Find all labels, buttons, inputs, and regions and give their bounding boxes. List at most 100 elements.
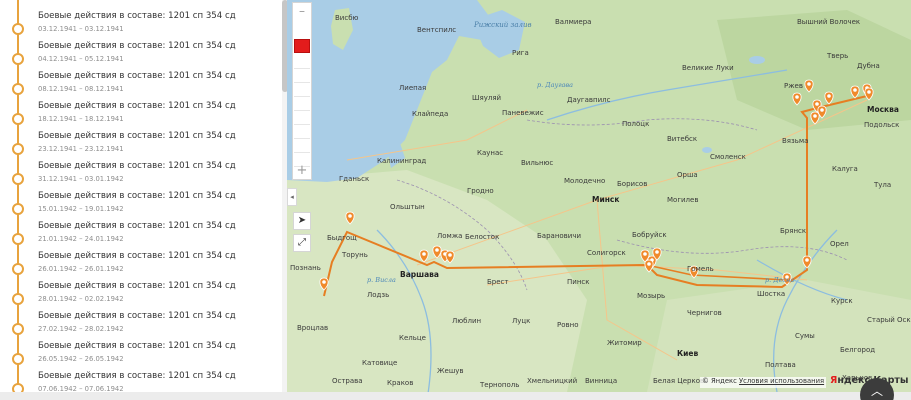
map-canvas[interactable]: Висбю Вентспилс Валмиера Великие Луки Вышний… — [287, 0, 911, 392]
entry-date: 28.01.1942 – 02.02.1942 — [38, 295, 124, 303]
marker-dot — [348, 214, 352, 218]
city-label: Орел — [830, 240, 849, 248]
entry-title: Боевые действия в составе: 1201 сп 354 с… — [38, 341, 236, 351]
timeline-entry[interactable]: Боевые действия в составе: 1201 сп 354 с… — [0, 101, 282, 133]
timeline-entry[interactable]: Боевые действия в составе: 1201 сп 354 с… — [0, 71, 282, 103]
timeline-entry[interactable]: Боевые действия в составе: 1201 сп 354 с… — [0, 41, 282, 73]
city-label: Минск — [592, 195, 619, 204]
zoom-step[interactable] — [294, 69, 310, 83]
entry-date: 08.12.1941 – 08.12.1941 — [38, 85, 124, 93]
zoom-control[interactable]: – + — [292, 2, 312, 180]
city-label: Дубна — [857, 62, 880, 70]
city-label: Житомир — [607, 339, 642, 347]
city-label: Вентспилс — [417, 26, 456, 34]
timeline-entry[interactable]: Боевые действия в составе: 1201 сп 354 с… — [0, 191, 282, 223]
timeline-dot — [12, 293, 24, 305]
city-label: Орша — [677, 171, 698, 179]
city-label: Мозырь — [637, 292, 665, 300]
zoom-step[interactable] — [294, 83, 310, 97]
city-label: Брест — [487, 278, 508, 286]
city-label: Подольск — [864, 121, 899, 129]
entry-date: 31.12.1941 – 03.01.1942 — [38, 175, 124, 183]
city-label: Солигорск — [587, 249, 626, 257]
entry-title: Боевые действия в составе: 1201 сп 354 с… — [38, 131, 236, 141]
city-label: Катовице — [362, 359, 397, 367]
city-label: Брянск — [780, 227, 806, 235]
timeline-entry[interactable]: Боевые действия в составе: 1201 сп 354 с… — [0, 251, 282, 283]
marker-dot — [853, 88, 857, 92]
city-label: Гродно — [467, 187, 494, 195]
marker-dot — [435, 248, 439, 252]
city-label: Рига — [512, 49, 529, 57]
city-label: Калининград — [377, 157, 426, 165]
city-label: Курск — [831, 297, 853, 305]
city-label: Гомель — [687, 265, 714, 273]
city-label: Молодечно — [564, 177, 605, 185]
city-label: Калуга — [832, 165, 858, 173]
entry-title: Боевые действия в составе: 1201 сп 354 с… — [38, 11, 236, 21]
collapse-panel-button[interactable]: ◂ — [287, 188, 297, 206]
timeline-entry[interactable]: Боевые действия в составе: 1201 сп 354 с… — [0, 311, 282, 343]
city-label: Люблин — [452, 317, 481, 325]
entry-title: Боевые действия в составе: 1201 сп 354 с… — [38, 221, 236, 231]
city-label: Тернополь — [479, 381, 519, 389]
entry-date: 26.05.1942 – 26.05.1942 — [38, 355, 124, 363]
zoom-step[interactable] — [294, 97, 310, 111]
city-label: Ольштын — [390, 203, 425, 211]
entry-date: 07.06.1942 – 07.06.1942 — [38, 385, 124, 392]
marker-dot — [655, 250, 659, 254]
zoom-step[interactable] — [294, 139, 310, 153]
timeline-dot — [12, 383, 24, 392]
city-label: Лиепая — [399, 84, 426, 92]
city-label: Гданьск — [339, 175, 369, 183]
city-label: Смоленск — [710, 153, 746, 161]
timeline-dot — [12, 113, 24, 125]
timeline-entry[interactable]: Боевые действия в составе: 1201 сп 354 с… — [0, 341, 282, 373]
timeline-entry[interactable]: Боевые действия в составе: 1201 сп 354 с… — [0, 281, 282, 313]
city-label: Пинск — [567, 278, 589, 286]
city-label: Полоцк — [622, 120, 649, 128]
timeline-dot — [12, 143, 24, 155]
lake — [749, 56, 765, 64]
zoom-out-button[interactable]: – — [293, 3, 311, 19]
city-label: Ровно — [557, 321, 579, 329]
city-label: Сумы — [795, 332, 815, 340]
timeline-entry[interactable]: Боевые действия в составе: 1201 сп 354 с… — [0, 161, 282, 193]
city-label: Шостка — [757, 290, 785, 298]
zoom-step[interactable] — [294, 111, 310, 125]
entry-date: 27.02.1942 – 28.02.1942 — [38, 325, 124, 333]
timeline-entry[interactable]: Боевые действия в составе: 1201 сп 354 с… — [0, 221, 282, 253]
fullscreen-icon[interactable]: ⤢ — [293, 234, 311, 252]
locate-icon[interactable]: ➤ — [293, 212, 311, 230]
city-label: Каунас — [477, 149, 503, 157]
timeline-entry[interactable]: Боевые действия в составе: 1201 сп 354 с… — [0, 131, 282, 163]
timeline-entry[interactable]: Боевые действия в составе: 1201 сп 354 с… — [0, 11, 282, 43]
city-label: Киев — [677, 349, 698, 358]
zoom-step[interactable] — [294, 55, 310, 69]
marker-dot — [827, 94, 831, 98]
city-label: Вязьма — [782, 137, 808, 145]
marker-dot — [422, 252, 426, 256]
river-label: р. Десна — [765, 276, 794, 284]
zoom-step[interactable] — [294, 125, 310, 139]
city-label: Познань — [290, 264, 321, 272]
entry-date: 18.12.1941 – 18.12.1941 — [38, 115, 124, 123]
timeline-entry[interactable]: Боевые действия в составе: 1201 сп 354 с… — [0, 371, 282, 392]
marker-dot — [813, 114, 817, 118]
terms-link[interactable]: Условия использования — [739, 377, 824, 385]
entry-date: 23.12.1941 – 23.12.1941 — [38, 145, 124, 153]
entry-title: Боевые действия в составе: 1201 сп 354 с… — [38, 371, 236, 381]
zoom-level-indicator[interactable] — [294, 39, 310, 53]
entry-title: Боевые действия в составе: 1201 сп 354 с… — [38, 191, 236, 201]
map-copyright: © Яндекс Условия использования — [700, 377, 827, 388]
marker-dot — [795, 95, 799, 99]
city-label: Старый Оскол — [867, 316, 911, 324]
map-view[interactable]: Висбю Вентспилс Валмиера Великие Луки Вышний… — [287, 0, 911, 392]
marker-dot — [805, 258, 809, 262]
timeline-dot — [12, 353, 24, 365]
city-label: Белгород — [840, 346, 875, 354]
city-label: Варшава — [400, 270, 439, 279]
zoom-in-button[interactable]: + — [293, 163, 311, 179]
timeline-panel[interactable]: Боевые действия в составе: 1201 сп 354 с… — [0, 0, 282, 392]
city-label: Великие Луки — [682, 64, 734, 72]
